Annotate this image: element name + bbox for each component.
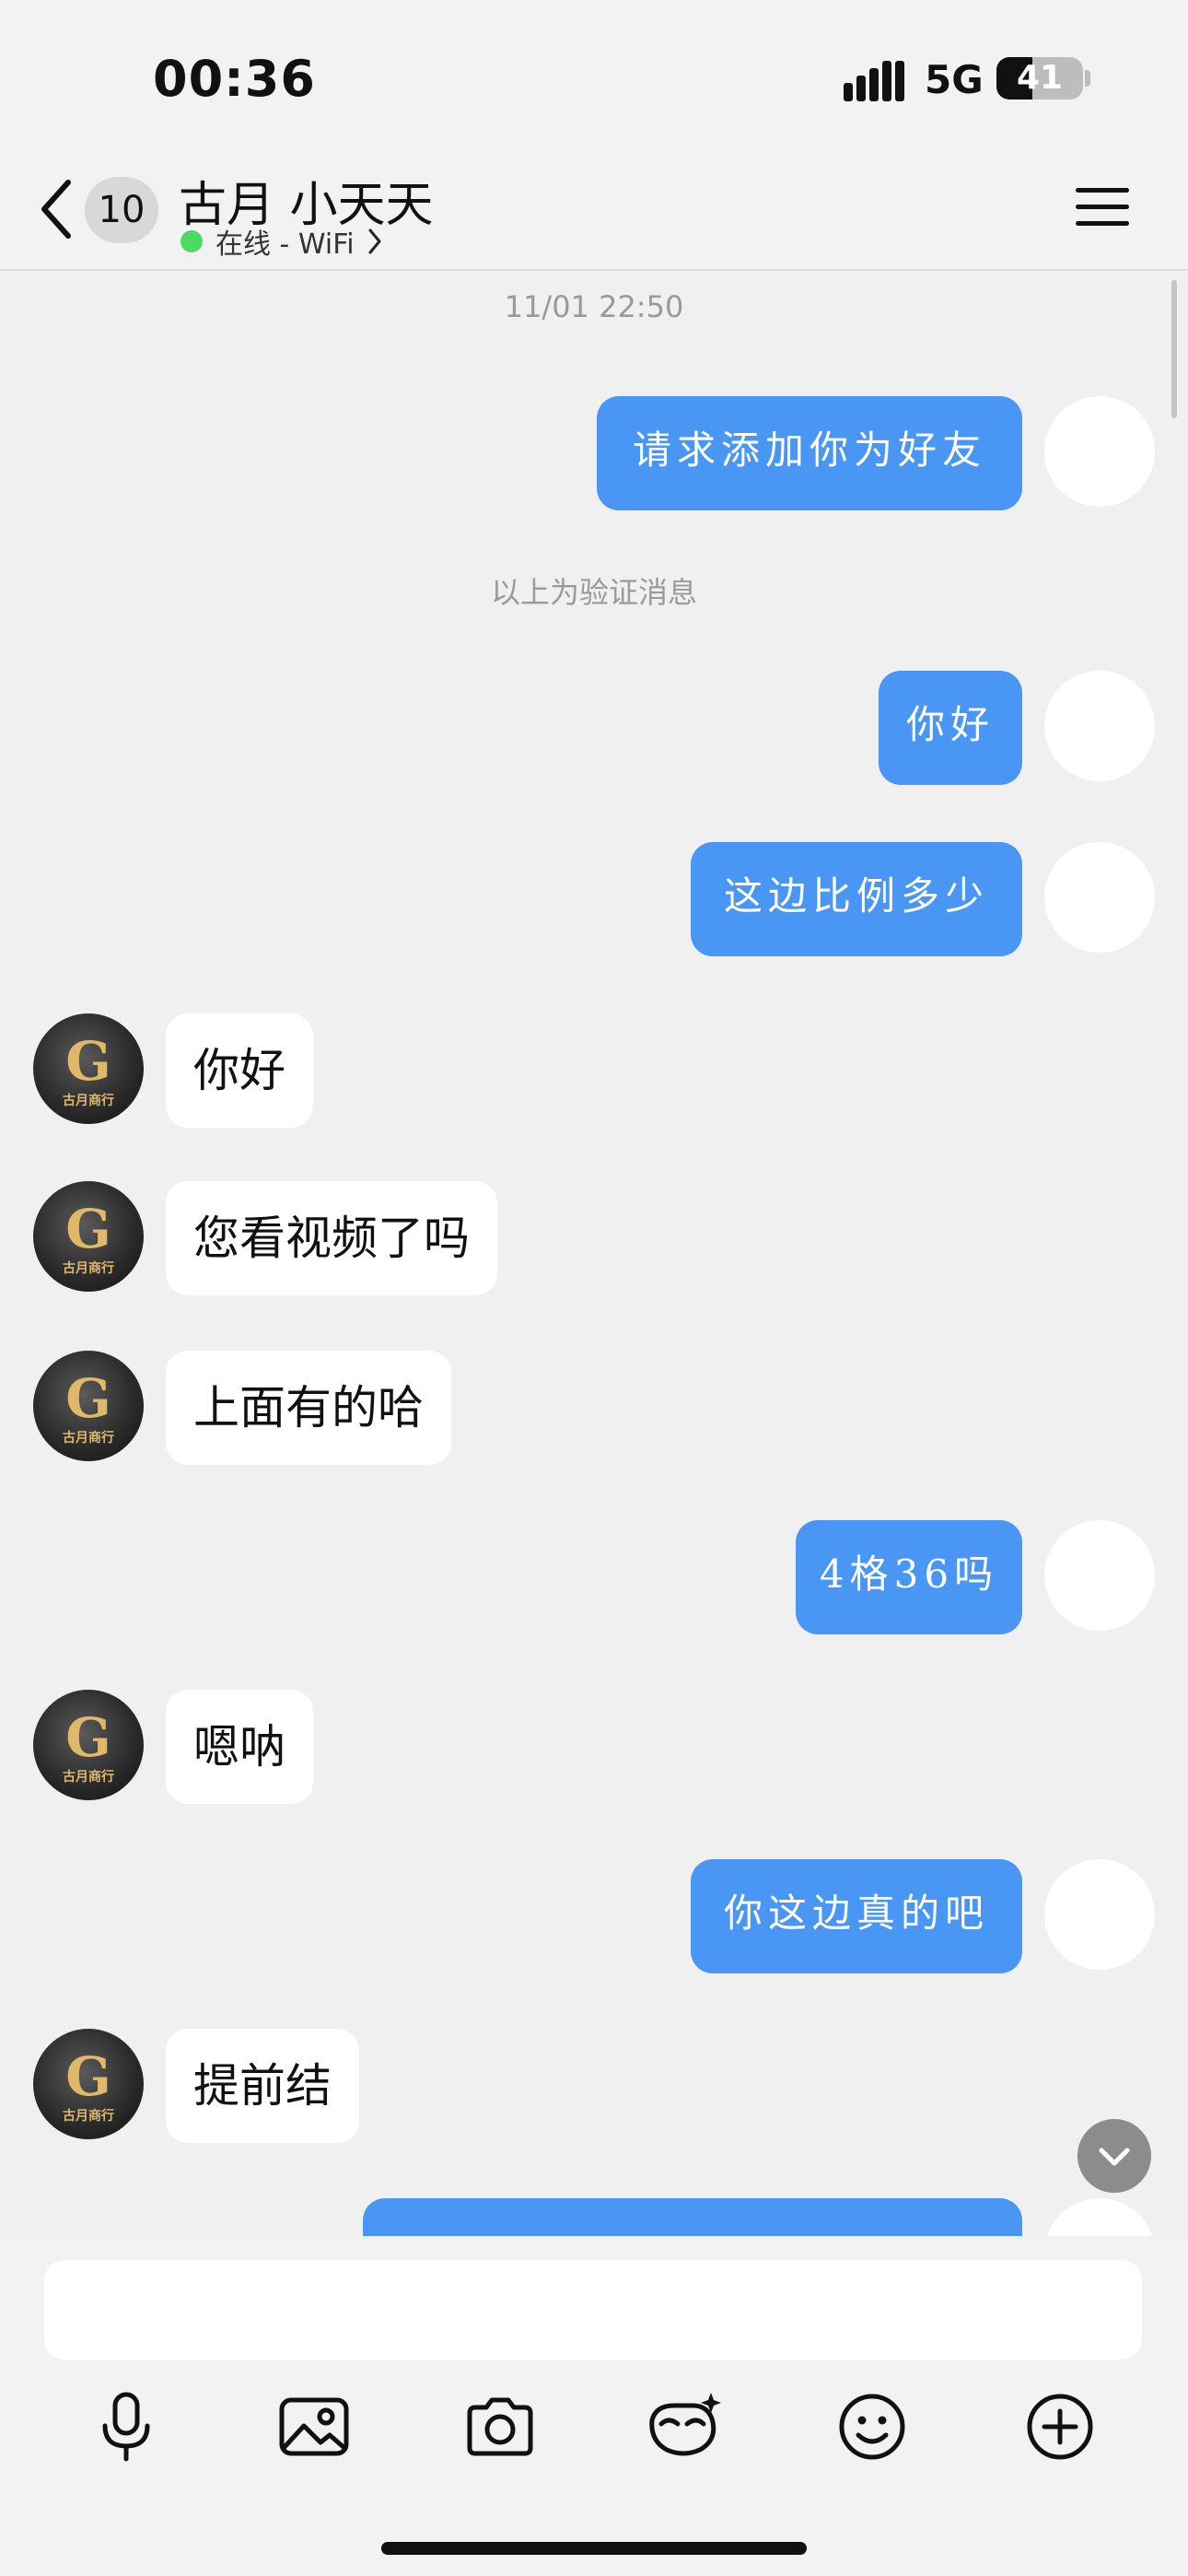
contact-avatar[interactable]: G 古月商行 xyxy=(33,1690,144,1800)
message-list[interactable]: 11/01 22:50 请求添加你为好友 以上为验证消息 你好 这边比例多少 G… xyxy=(0,269,1188,2236)
unread-count-badge[interactable]: 10 xyxy=(85,177,158,243)
chat-header: 10 古月 小天天 在线 - WiFi xyxy=(0,157,1188,271)
avatar-logo-glyph: G xyxy=(65,1198,111,1260)
message-input[interactable] xyxy=(44,2260,1142,2359)
home-indicator[interactable] xyxy=(381,2542,807,2555)
input-bar xyxy=(0,2236,1188,2576)
message-bubble-outgoing[interactable]: 你这边真的吧 xyxy=(691,1859,1022,1973)
avatar-logo-glyph: G xyxy=(65,1030,111,1093)
battery-tip xyxy=(1085,70,1090,87)
status-bar: 00:36 5G 41 xyxy=(0,0,1188,157)
message-bubble-incoming[interactable]: 提前结 xyxy=(166,2029,359,2143)
avatar-logo-text: 古月商行 xyxy=(63,1094,114,1108)
network-type: 5G xyxy=(925,57,984,102)
avatar[interactable] xyxy=(1044,1520,1155,1631)
message-bubble-outgoing[interactable]: 4格36吗 xyxy=(796,1520,1022,1634)
message-bubble-incoming[interactable]: 嗯呐 xyxy=(166,1690,313,1804)
battery-icon: 41 xyxy=(996,57,1083,100)
message-timestamp: 11/01 22:50 xyxy=(504,289,684,324)
ai-mask-icon[interactable] xyxy=(643,2385,726,2468)
message-bubble-outgoing[interactable]: 你好 xyxy=(879,671,1022,785)
avatar[interactable] xyxy=(1044,2198,1155,2236)
microphone-icon[interactable] xyxy=(85,2385,168,2468)
signal-icon xyxy=(844,61,904,101)
message-bubble-outgoing-partial[interactable] xyxy=(363,2198,1022,2236)
avatar-logo-text: 古月商行 xyxy=(63,1770,114,1785)
avatar-logo-text: 古月商行 xyxy=(63,2109,114,2124)
battery-percent: 41 xyxy=(1016,59,1064,97)
image-icon[interactable] xyxy=(273,2385,355,2468)
avatar[interactable] xyxy=(1044,842,1155,953)
emoji-icon[interactable] xyxy=(831,2385,914,2468)
status-time: 00:36 xyxy=(153,50,316,108)
contact-avatar[interactable]: G 古月商行 xyxy=(33,2029,144,2139)
message-bubble-outgoing[interactable]: 请求添加你为好友 xyxy=(597,396,1022,510)
avatar-logo-glyph: G xyxy=(65,2045,111,2108)
message-bubble-incoming[interactable]: 你好 xyxy=(166,1013,313,1128)
camera-icon[interactable] xyxy=(459,2385,542,2468)
message-bubble-outgoing[interactable]: 这边比例多少 xyxy=(691,842,1022,956)
online-status[interactable]: 在线 - WiFi xyxy=(181,221,382,261)
avatar[interactable] xyxy=(1044,671,1155,781)
plus-icon[interactable] xyxy=(1019,2385,1101,2468)
contact-avatar[interactable]: G 古月商行 xyxy=(33,1351,144,1461)
avatar-logo-glyph: G xyxy=(65,1706,111,1769)
avatar[interactable] xyxy=(1044,1859,1155,1970)
avatar[interactable] xyxy=(1044,396,1155,507)
verification-notice: 以上为验证消息 xyxy=(490,575,697,610)
chevron-left-icon[interactable] xyxy=(37,177,76,241)
online-status-text: 在线 - WiFi xyxy=(215,228,355,261)
avatar-logo-glyph: G xyxy=(65,1367,111,1430)
avatar-logo-text: 古月商行 xyxy=(63,1261,114,1276)
scroll-to-bottom-button[interactable] xyxy=(1077,2119,1151,2193)
contact-avatar[interactable]: G 古月商行 xyxy=(33,1181,144,1292)
message-bubble-incoming[interactable]: 上面有的哈 xyxy=(166,1351,451,1465)
contact-avatar[interactable]: G 古月商行 xyxy=(33,1013,144,1124)
chevron-right-icon xyxy=(368,228,381,254)
online-dot xyxy=(181,230,203,252)
hamburger-menu-icon[interactable] xyxy=(1076,184,1129,230)
avatar-logo-text: 古月商行 xyxy=(63,1431,114,1446)
message-bubble-incoming[interactable]: 您看视频了吗 xyxy=(166,1181,497,1295)
